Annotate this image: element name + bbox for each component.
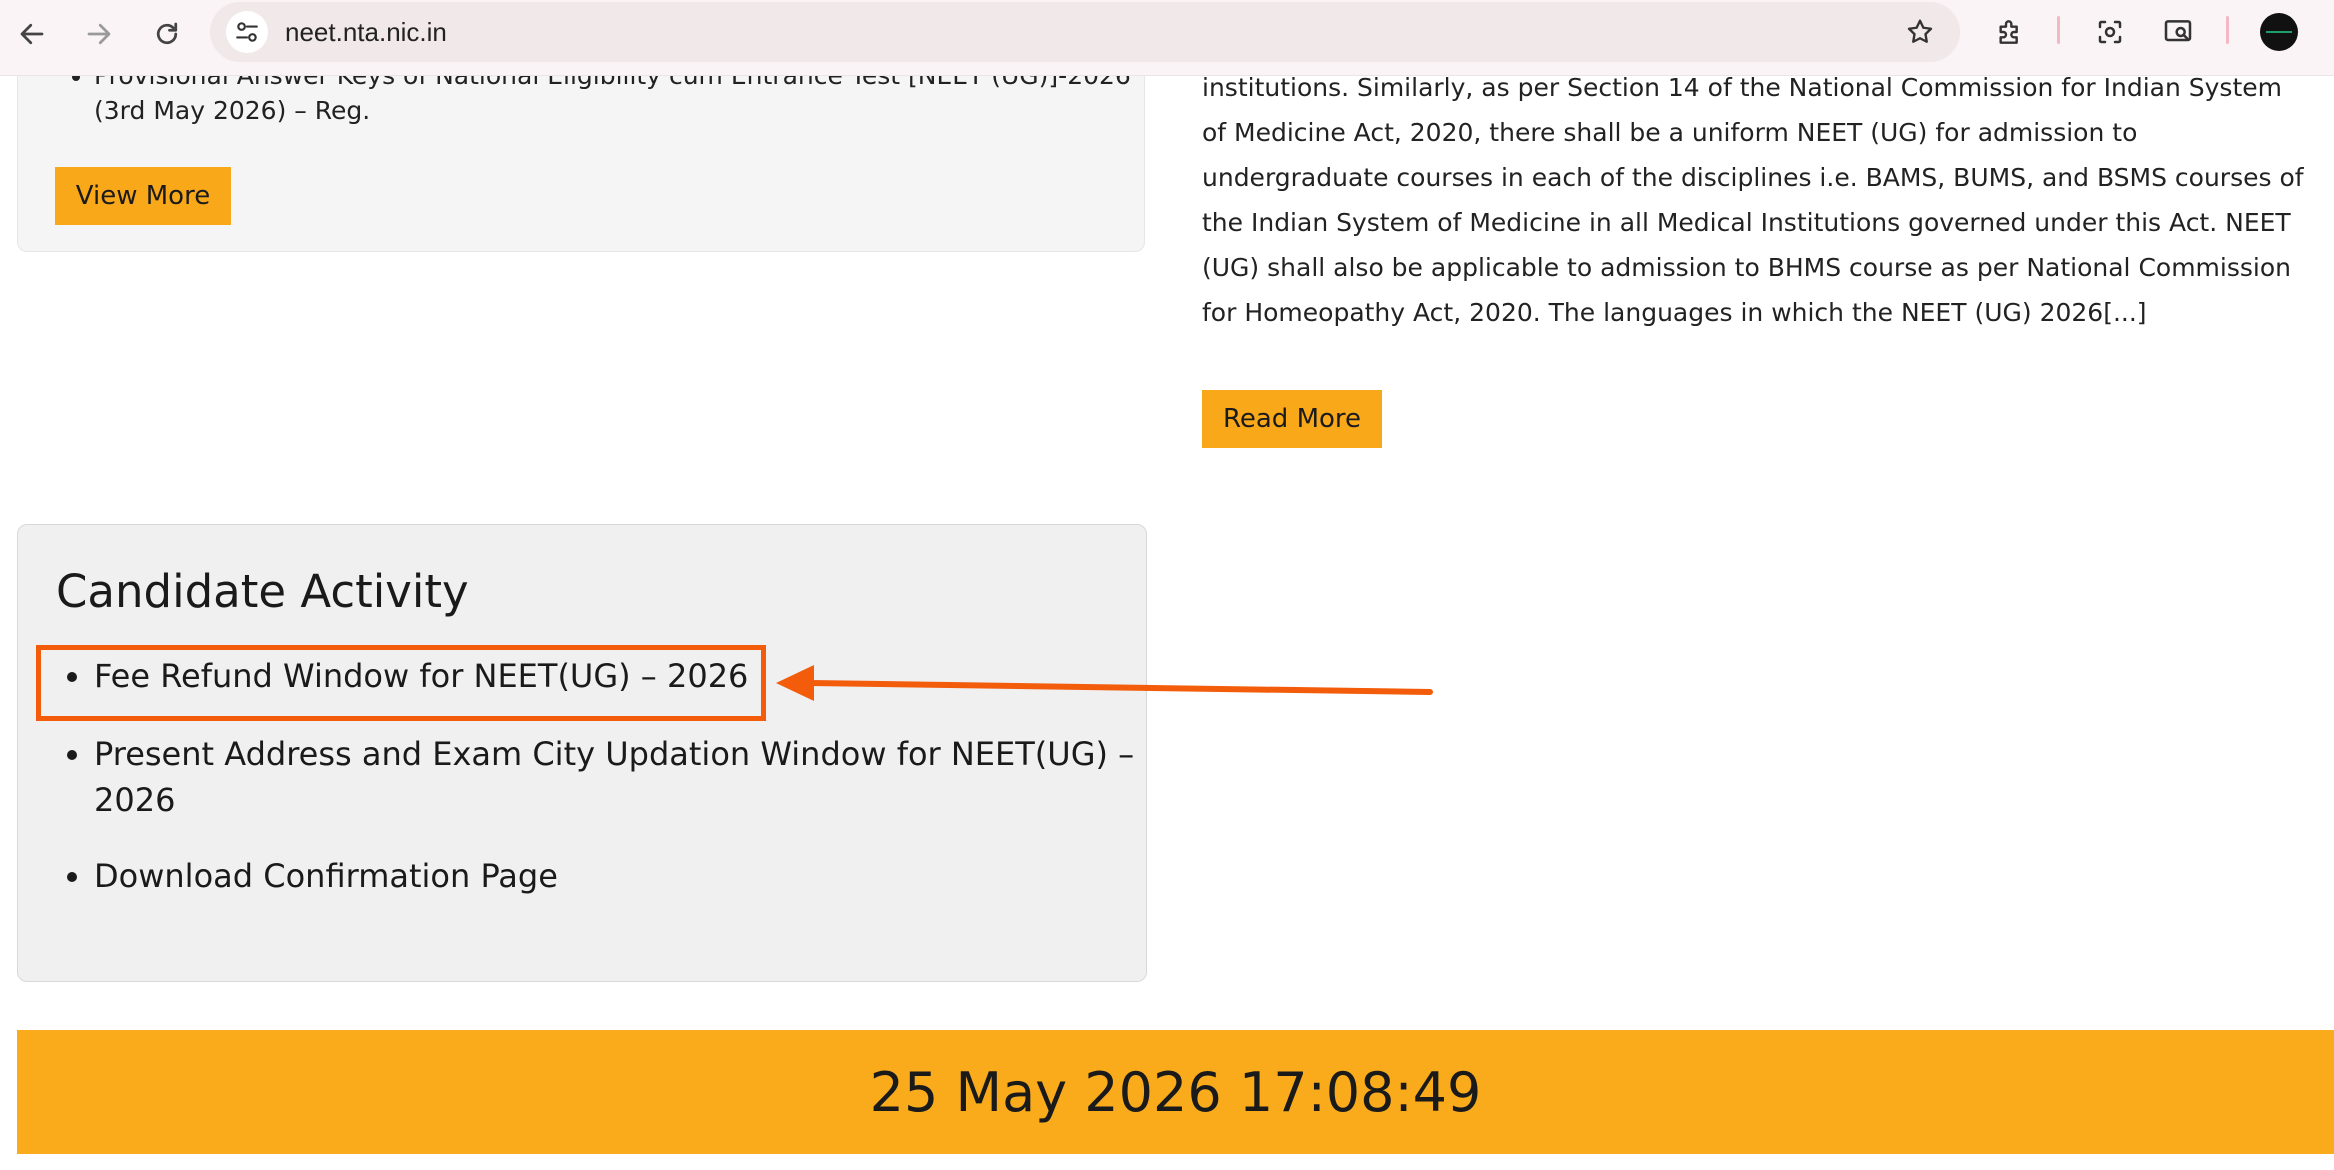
highlight-box: [36, 645, 766, 721]
extensions-button[interactable]: [1990, 12, 2030, 52]
avatar[interactable]: [2260, 13, 2298, 51]
annotation-arrow: [776, 665, 1433, 701]
reading-mode-button[interactable]: [2158, 12, 2198, 52]
forward-button[interactable]: [75, 10, 123, 58]
star-icon: [1907, 19, 1933, 43]
arrow-left-icon: [20, 23, 44, 45]
address-bar[interactable]: neet.nta.nic.in: [210, 2, 1960, 62]
download-confirmation-link[interactable]: Download Confirmation Page: [94, 853, 1154, 899]
puzzle-icon: [1999, 20, 2018, 44]
site-info-button[interactable]: [226, 11, 268, 53]
candidate-activity-title: Candidate Activity: [56, 565, 469, 618]
reload-button[interactable]: [143, 10, 191, 58]
browser-toolbar: neet.nta.nic.in: [0, 0, 2334, 76]
clock-bar: 25 May 2026 17:08:49: [17, 1030, 2334, 1154]
read-more-button[interactable]: Read More: [1202, 390, 1382, 448]
view-more-button[interactable]: View More: [55, 167, 231, 225]
current-datetime: 25 May 2026 17:08:49: [869, 1060, 1482, 1124]
about-neet-text: institutions. Similarly, as per Section …: [1202, 73, 2304, 327]
url-text[interactable]: neet.nta.nic.in: [285, 17, 447, 48]
lens-button[interactable]: [2090, 12, 2130, 52]
bookmark-button[interactable]: [1902, 14, 1938, 50]
toolbar-separator: [2226, 16, 2229, 44]
back-button[interactable]: [8, 10, 56, 58]
candidate-activity-card: Candidate Activity Fee Refund Window for…: [17, 524, 1147, 982]
tune-icon: [236, 22, 258, 42]
search-page-icon: [2164, 20, 2192, 42]
lens-icon: [2098, 20, 2122, 44]
reload-icon: [156, 22, 178, 45]
address-city-update-link[interactable]: Present Address and Exam City Updation W…: [94, 731, 1154, 823]
arrow-right-icon: [87, 23, 111, 45]
toolbar-separator: [2057, 16, 2060, 44]
